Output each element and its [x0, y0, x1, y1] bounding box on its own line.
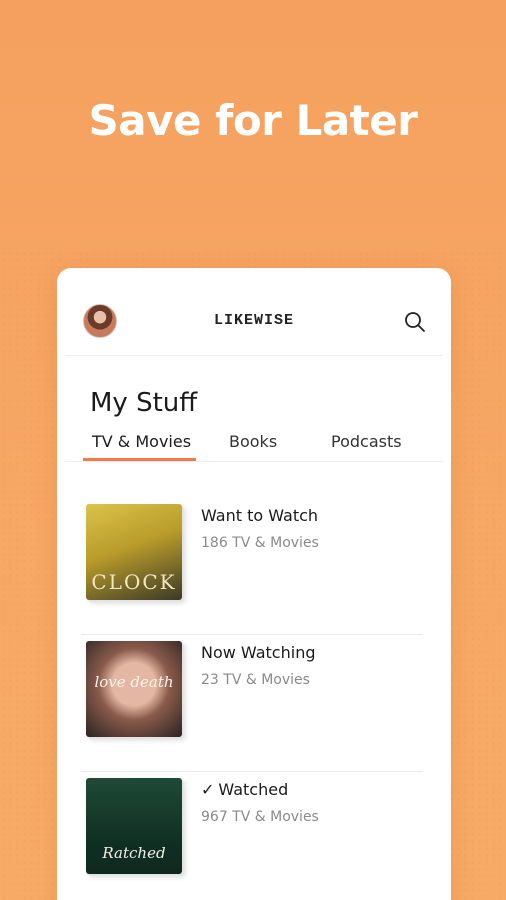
- list-title: Now Watching: [201, 643, 316, 662]
- list-title: Want to Watch: [201, 506, 319, 525]
- poster-title-text: Ratched: [102, 844, 166, 862]
- app-screen-card: LIKEWISE My Stuff TV & Movies Books Podc…: [57, 268, 451, 900]
- tab-podcasts[interactable]: Podcasts: [331, 432, 402, 451]
- poster-thumbnail: love death: [86, 641, 182, 737]
- tab-books[interactable]: Books: [229, 432, 277, 451]
- promo-headline: Save for Later: [88, 96, 418, 145]
- list-item-now-watching[interactable]: love death Now Watching 23 TV & Movies: [81, 635, 423, 772]
- poster-thumbnail: CLOCK: [86, 504, 182, 600]
- list-title-watched: ✓ Watched: [201, 780, 288, 799]
- list-count: 23 TV & Movies: [201, 672, 310, 688]
- list-title: Watched: [218, 780, 289, 799]
- tab-tv-movies[interactable]: TV & Movies: [92, 432, 191, 451]
- poster-title-text: CLOCK: [91, 570, 177, 594]
- list-count: 967 TV & Movies: [201, 809, 319, 825]
- checkmark-icon: ✓: [201, 780, 215, 799]
- tab-bar: TV & Movies Books Podcasts: [65, 428, 443, 462]
- search-icon[interactable]: [403, 310, 427, 334]
- app-logo: LIKEWISE: [213, 312, 294, 329]
- list-item-watched[interactable]: Ratched ✓ Watched 967 TV & Movies: [81, 772, 423, 900]
- active-tab-indicator: [83, 458, 196, 461]
- watch-lists: CLOCK Want to Watch 186 TV & Movies love…: [81, 498, 423, 900]
- poster-thumbnail: Ratched: [86, 778, 182, 874]
- app-top-bar: LIKEWISE: [65, 268, 443, 356]
- poster-title-text: love death: [94, 673, 174, 691]
- page-title: My Stuff: [90, 388, 198, 418]
- list-item-want-to-watch[interactable]: CLOCK Want to Watch 186 TV & Movies: [81, 498, 423, 635]
- list-count: 186 TV & Movies: [201, 535, 319, 551]
